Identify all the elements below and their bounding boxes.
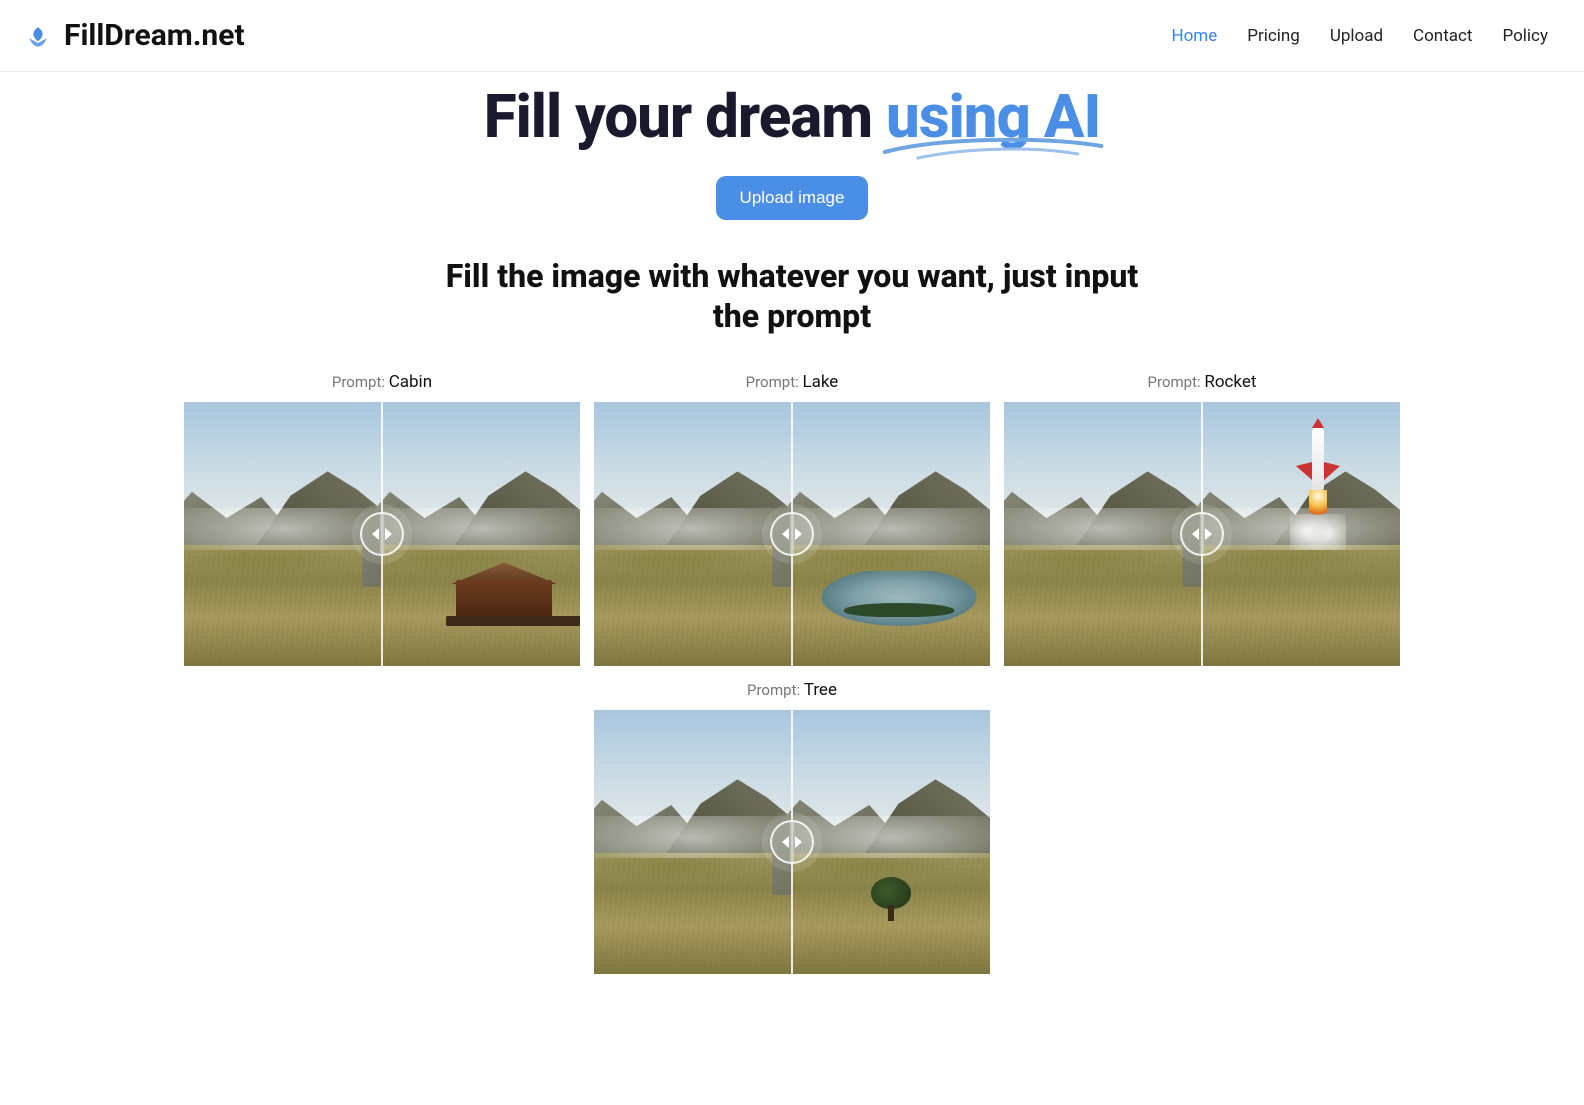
generated-rocket bbox=[1295, 418, 1341, 538]
example-card-tree: Prompt: Tree bbox=[594, 680, 990, 974]
examples-grid: Prompt: Cabin Prompt: Lake bbox=[182, 372, 1402, 974]
prompt-label: Prompt: bbox=[746, 373, 803, 391]
compare-handle[interactable] bbox=[360, 512, 404, 556]
example-card-lake: Prompt: Lake bbox=[594, 372, 990, 666]
compare-after bbox=[1202, 402, 1400, 666]
compare-before bbox=[184, 402, 382, 666]
primary-nav: Home Pricing Upload Contact Policy bbox=[1171, 26, 1548, 46]
nav-contact[interactable]: Contact bbox=[1413, 26, 1472, 46]
header: FillDream.net Home Pricing Upload Contac… bbox=[0, 0, 1584, 72]
compare-before bbox=[594, 710, 792, 974]
image-compare-slider[interactable] bbox=[594, 710, 990, 974]
nav-upload[interactable]: Upload bbox=[1330, 26, 1383, 46]
brand-name: FillDream.net bbox=[64, 18, 245, 53]
example-card-rocket: Prompt: Rocket bbox=[1004, 372, 1400, 666]
chevron-left-icon bbox=[782, 836, 789, 848]
chevron-left-icon bbox=[372, 528, 379, 540]
prompt-line: Prompt: Rocket bbox=[1004, 372, 1400, 392]
prompt-label: Prompt: bbox=[332, 373, 389, 391]
nav-pricing[interactable]: Pricing bbox=[1247, 26, 1300, 46]
example-card-cabin: Prompt: Cabin bbox=[184, 372, 580, 666]
chevron-right-icon bbox=[795, 528, 802, 540]
nav-home[interactable]: Home bbox=[1171, 26, 1217, 46]
compare-after bbox=[792, 402, 990, 666]
prompt-value: Cabin bbox=[389, 372, 432, 392]
hero-headline: Fill your dream using AI bbox=[182, 84, 1402, 150]
sub-headline: Fill the image with whatever you want, j… bbox=[422, 256, 1162, 336]
prompt-line: Prompt: Lake bbox=[594, 372, 990, 392]
prompt-line: Prompt: Tree bbox=[594, 680, 990, 700]
main: Fill your dream using AI Upload image Fi… bbox=[162, 84, 1422, 1014]
prompt-line: Prompt: Cabin bbox=[184, 372, 580, 392]
nav-policy[interactable]: Policy bbox=[1502, 26, 1548, 46]
image-compare-slider[interactable] bbox=[594, 402, 990, 666]
compare-after bbox=[792, 710, 990, 974]
chevron-right-icon bbox=[1205, 528, 1212, 540]
compare-handle[interactable] bbox=[770, 820, 814, 864]
upload-image-button[interactable]: Upload image bbox=[716, 176, 869, 220]
generated-tree bbox=[871, 877, 911, 921]
compare-handle[interactable] bbox=[1180, 512, 1224, 556]
prompt-value: Tree bbox=[804, 680, 837, 700]
compare-handle[interactable] bbox=[770, 512, 814, 556]
compare-before bbox=[1004, 402, 1202, 666]
chevron-right-icon bbox=[385, 528, 392, 540]
brand[interactable]: FillDream.net bbox=[24, 18, 245, 53]
prompt-label: Prompt: bbox=[747, 681, 804, 699]
compare-before bbox=[594, 402, 792, 666]
prompt-value: Lake bbox=[802, 372, 838, 392]
generated-cabin bbox=[456, 562, 552, 618]
generated-lake bbox=[808, 571, 990, 629]
chevron-left-icon bbox=[1192, 528, 1199, 540]
chevron-left-icon bbox=[782, 528, 789, 540]
prompt-value: Rocket bbox=[1204, 372, 1256, 392]
image-compare-slider[interactable] bbox=[184, 402, 580, 666]
compare-after bbox=[382, 402, 580, 666]
prompt-label: Prompt: bbox=[1148, 373, 1205, 391]
hero-headline-accent: using AI bbox=[886, 84, 1100, 150]
image-compare-slider[interactable] bbox=[1004, 402, 1400, 666]
logo-icon bbox=[24, 22, 52, 50]
hero-headline-pre: Fill your dream bbox=[484, 81, 886, 152]
chevron-right-icon bbox=[795, 836, 802, 848]
underline-icon bbox=[880, 134, 1106, 162]
